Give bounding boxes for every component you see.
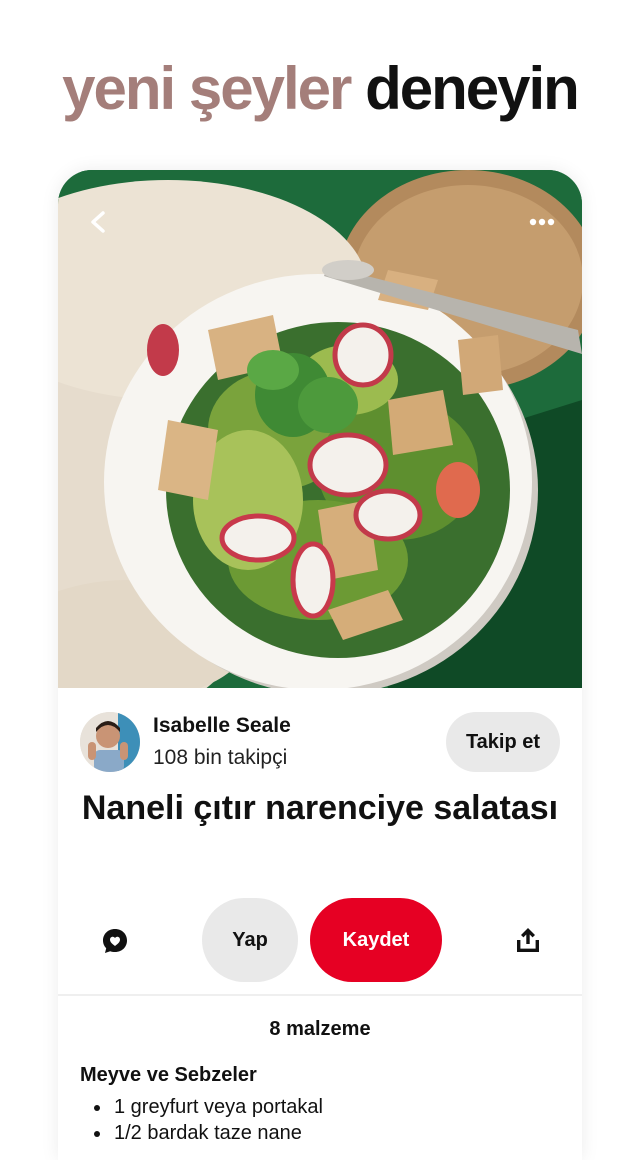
share-button[interactable]: [510, 922, 546, 958]
pin-title: Naneli çıtır narenciye salatası: [81, 789, 559, 827]
ingredients-count: 8 malzeme: [269, 1018, 371, 1040]
pin-photo: [58, 170, 582, 688]
author-row: Isabelle Seale 108 bin takipçi Takip et: [80, 710, 560, 774]
back-button[interactable]: [82, 206, 114, 238]
ingredient-section-title: Meyve ve Sebzeler: [80, 1064, 257, 1086]
salad-illustration: [58, 170, 582, 688]
comment-bubble-icon: [103, 929, 127, 953]
author-name[interactable]: Isabelle Seale: [153, 714, 291, 738]
ingredient-list: 1 greyfurt veya portakal 1/2 bardak taze…: [80, 1094, 323, 1146]
headline-accent: yeni şeyler: [62, 55, 352, 122]
pin-card: Isabelle Seale 108 bin takipçi Takip et …: [58, 170, 582, 1160]
headline-dark: deneyin: [365, 55, 580, 122]
section-divider: [58, 994, 582, 996]
chevron-left-icon: [91, 211, 105, 233]
list-item: 1/2 bardak taze nane: [80, 1120, 323, 1146]
more-options-button[interactable]: [522, 208, 562, 236]
avatar-image: [80, 712, 140, 772]
avatar[interactable]: [80, 712, 140, 772]
more-dots-icon: [529, 218, 555, 226]
save-button[interactable]: Kaydet: [310, 898, 442, 982]
headline: yeni şeyler deneyin: [0, 54, 640, 124]
action-bar: Yap Kaydet: [58, 898, 582, 984]
follow-button[interactable]: Takip et: [446, 712, 560, 772]
make-button[interactable]: Yap: [202, 898, 298, 982]
list-item: 1 greyfurt veya portakal: [80, 1094, 323, 1120]
share-upload-icon: [517, 928, 539, 952]
author-followers: 108 bin takipçi: [153, 746, 288, 769]
comment-button[interactable]: [98, 924, 132, 958]
